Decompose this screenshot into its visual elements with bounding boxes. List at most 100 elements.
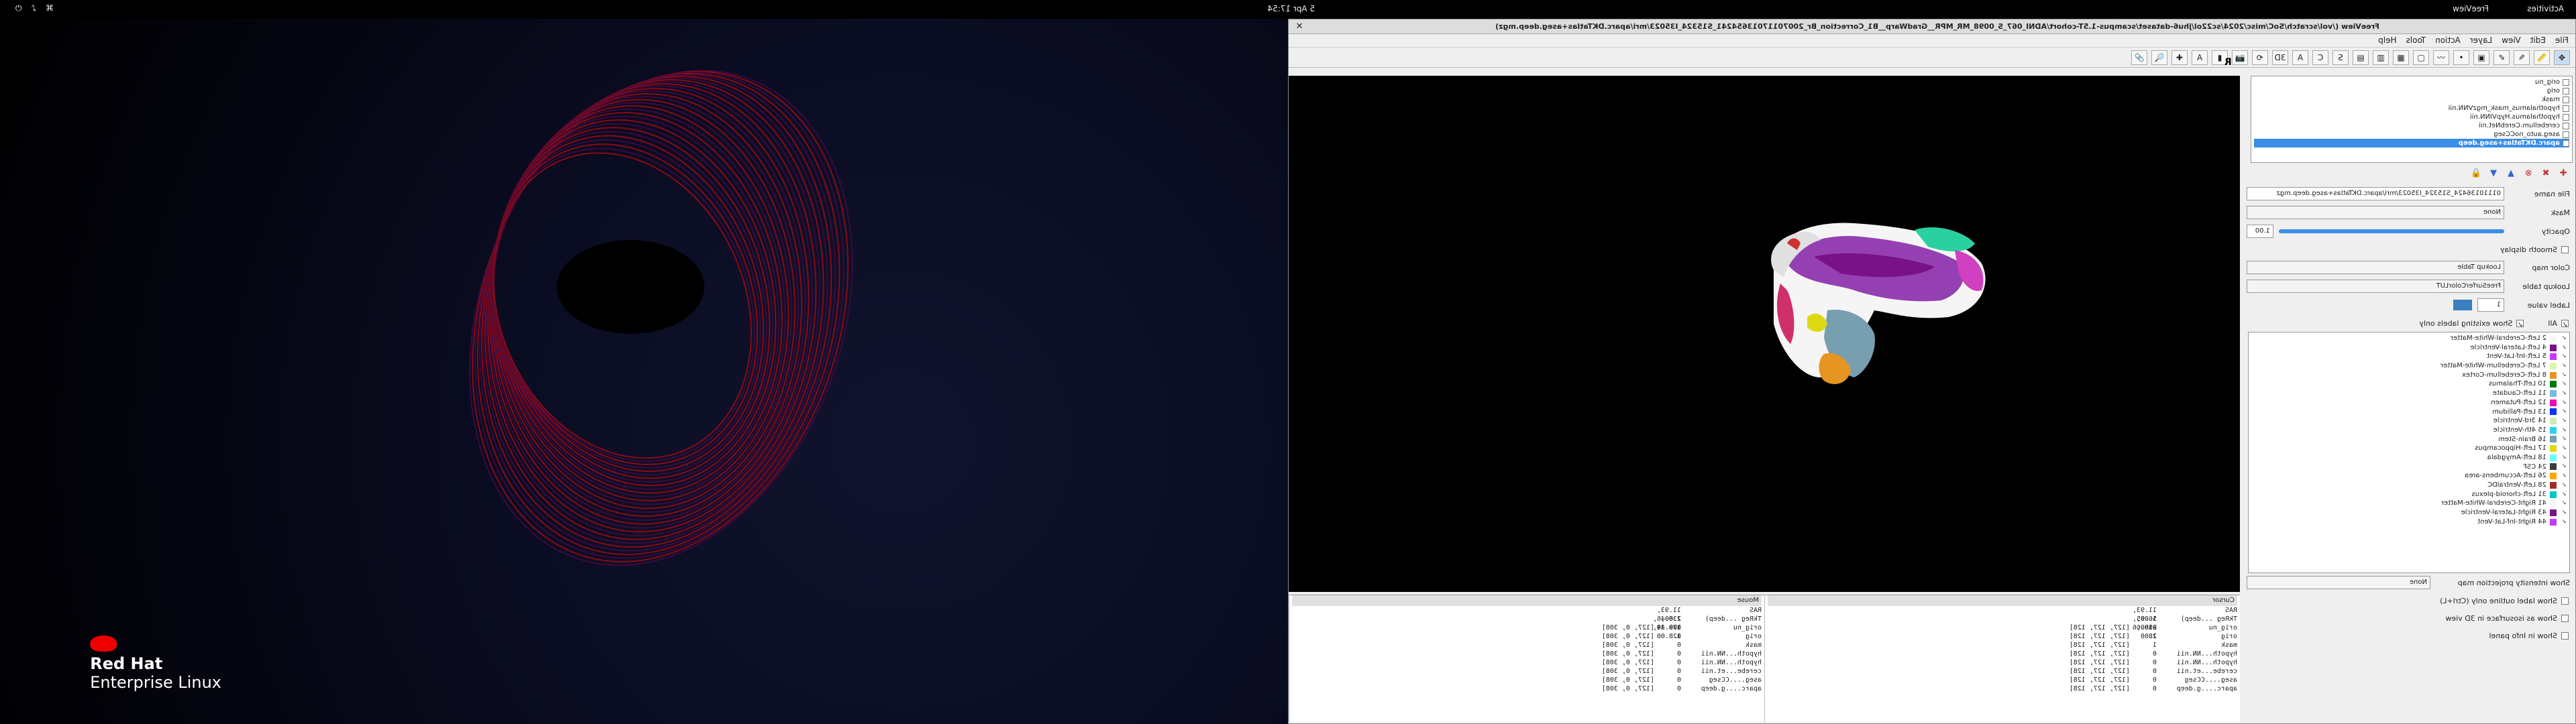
label-checkbox[interactable]: ✓ xyxy=(2560,500,2567,507)
layer-item[interactable]: aseg.auto_noCCseg xyxy=(2254,130,2569,139)
label-item[interactable]: ✓ 5 Left-Inf-Lat-Vent xyxy=(2251,352,2567,361)
cursor-icon[interactable]: ✚ xyxy=(2171,50,2188,65)
outline-row[interactable]: Show label outline only (Ctrl+L) xyxy=(2244,592,2573,609)
3d-icon[interactable]: 3D xyxy=(2272,50,2288,65)
layer-item[interactable]: orig_nu xyxy=(2254,78,2569,86)
label-checkbox[interactable]: ✓ xyxy=(2560,482,2567,489)
layer-remove-icon[interactable]: ✖ xyxy=(2539,167,2553,180)
measure-icon[interactable]: 📏 xyxy=(2534,50,2550,65)
layer-item[interactable]: hypothalamus.HypVINN.nii xyxy=(2254,113,2569,121)
layout-1x1-icon[interactable]: ▢ xyxy=(2413,50,2429,65)
label-item[interactable]: ✓ 7 Left-Cerebellum-White-Matter xyxy=(2251,361,2567,371)
label-item[interactable]: ✓ 15 4th-Ventricle xyxy=(2251,426,2567,435)
axial-icon[interactable]: A xyxy=(2292,50,2308,65)
layer-visible-checkbox[interactable] xyxy=(2563,96,2569,103)
label-item[interactable]: ✓ 31 Left-choroid-plexus xyxy=(2251,490,2567,499)
label-item[interactable]: ✓ 18 Left-Amygdala xyxy=(2251,453,2567,463)
label-checkbox[interactable]: ✓ xyxy=(2560,509,2567,516)
layout-1x3-icon[interactable]: ▥ xyxy=(2373,50,2389,65)
layer-add-icon[interactable]: ✚ xyxy=(2557,167,2570,180)
label-item[interactable]: ✓ 43 Right-Lateral-Ventricle xyxy=(2251,508,2567,518)
label-checkbox[interactable]: ✓ xyxy=(2560,408,2567,415)
label-item[interactable]: ✓ 4 Left-Lateral-Ventricle xyxy=(2251,343,2567,353)
coronal-icon[interactable]: C xyxy=(2312,50,2328,65)
opacity-slider[interactable] xyxy=(2279,229,2504,233)
label-checkbox[interactable]: ✓ xyxy=(2560,390,2567,397)
label-item[interactable]: ✓ 17 Left-Hippocampus xyxy=(2251,444,2567,453)
isosurface-row[interactable]: Show as isosurface in 3D view xyxy=(2244,609,2573,627)
label-item[interactable]: ✓ 2 Left-Cerebral-White-Matter xyxy=(2251,334,2567,343)
layer-down-icon[interactable]: ▼ xyxy=(2487,167,2500,180)
label-item[interactable]: ✓ 16 Brain-Stem xyxy=(2251,435,2567,444)
menu-action[interactable]: Action xyxy=(2435,36,2461,46)
layer-up-icon[interactable]: ▲ xyxy=(2504,167,2518,180)
roi-edit-icon[interactable]: ▣ xyxy=(2473,50,2489,65)
recon-edit-icon[interactable]: ✐ xyxy=(2493,50,2510,65)
label-checkbox[interactable]: ✓ xyxy=(2560,353,2567,360)
file-name-field[interactable]: 01110136424_S15324_I35023/mri/aparc.DKTa… xyxy=(2247,187,2504,200)
label-checkbox[interactable]: ✓ xyxy=(2560,363,2567,369)
label-item[interactable]: ✓ 11 Left-Caudate xyxy=(2251,389,2567,398)
menu-file[interactable]: File xyxy=(2555,36,2569,46)
text-icon[interactable]: A xyxy=(2192,50,2208,65)
label-checkbox[interactable]: ✓ xyxy=(2560,381,2567,387)
render-view[interactable]: R xyxy=(1289,57,2240,592)
label-item[interactable]: ✓ 8 Left-Cerebellum-Cortex xyxy=(2251,371,2567,380)
mask-select[interactable]: None xyxy=(2247,206,2504,219)
layer-item[interactable]: orig xyxy=(2254,86,2569,95)
label-item[interactable]: ✓ 41 Right-Cerebral-White-Matter xyxy=(2251,499,2567,508)
label-checkbox[interactable]: ✓ xyxy=(2560,519,2567,526)
show-existing-checkbox[interactable]: ✓ xyxy=(2516,319,2524,329)
system-tray[interactable]: ⌘ ♪ ⏻ xyxy=(15,3,54,13)
lut-select[interactable]: FreeSurferColorLUT xyxy=(2247,280,2504,293)
info-panel-row[interactable]: Show in Info panel xyxy=(2244,627,2573,644)
label-item[interactable]: ✓ 10 Left-Thalamus xyxy=(2251,379,2567,389)
pointset-edit-icon[interactable]: • xyxy=(2453,50,2469,65)
colormap-select[interactable]: Lookup Table xyxy=(2247,261,2504,274)
zoom-icon[interactable]: 🔍 xyxy=(2151,50,2167,65)
voxel-edit-icon[interactable]: ✎ xyxy=(2514,50,2530,65)
layer-item[interactable]: mask xyxy=(2254,95,2569,104)
label-item[interactable]: ✓ 26 Left-Accumbens-area xyxy=(2251,471,2567,481)
layout-1x3v-icon[interactable]: ▤ xyxy=(2353,50,2369,65)
label-item[interactable]: ✓ 24 CSF xyxy=(2251,463,2567,472)
layer-visible-checkbox[interactable] xyxy=(2563,78,2569,86)
layer-item[interactable]: hypothalamus_mask_mgzVNN.nii xyxy=(2254,104,2569,113)
label-item[interactable]: ✓ 14 3rd-Ventricle xyxy=(2251,416,2567,426)
smooth-display-row[interactable]: Smooth display xyxy=(2244,241,2573,258)
reset-view-icon[interactable]: ⟲ xyxy=(2252,50,2268,65)
sagittal-icon[interactable]: S xyxy=(2332,50,2349,65)
menu-view[interactable]: View xyxy=(2502,36,2520,46)
layer-visible-checkbox[interactable] xyxy=(2563,105,2569,112)
menu-layer[interactable]: Layer xyxy=(2470,36,2492,46)
close-icon[interactable]: ✕ xyxy=(1294,21,1305,32)
smooth-checkbox[interactable] xyxy=(2561,245,2569,253)
layer-visible-checkbox[interactable] xyxy=(2563,122,2569,129)
label-item[interactable]: ✓ 28 Left-VentralDC xyxy=(2251,481,2567,490)
activities-button[interactable]: Activities xyxy=(2527,4,2564,13)
layer-visible-checkbox[interactable] xyxy=(2563,131,2569,138)
app-menu[interactable]: FreeView xyxy=(2453,4,2489,13)
label-item[interactable]: ✓ 13 Left-Pallidum xyxy=(2251,408,2567,417)
label-checkbox[interactable]: ✓ xyxy=(2560,445,2567,452)
clock[interactable]: 5 Apr 17:54 xyxy=(1267,4,1315,13)
label-item[interactable]: ✓ 44 Right-Inf-Lat-Vent xyxy=(2251,518,2567,527)
info-panel-checkbox[interactable] xyxy=(2561,631,2569,640)
layer-item[interactable]: cerebellum.CerebNet.nii xyxy=(2254,121,2569,130)
menu-tools[interactable]: Tools xyxy=(2406,36,2426,46)
layer-item[interactable]: ✓ aparc.DKTatlas+aseg.deep xyxy=(2254,139,2569,149)
label-checkbox[interactable]: ✓ xyxy=(2560,491,2567,498)
menu-edit[interactable]: Edit xyxy=(2530,36,2546,46)
label-checkbox[interactable]: ✓ xyxy=(2560,418,2567,424)
label-list[interactable]: ✓ 2 Left-Cerebral-White-Matter ✓ 4 Left-Lat… xyxy=(2248,332,2570,573)
lock-icon[interactable]: 🔒 xyxy=(2469,167,2483,180)
layer-close-icon[interactable]: ⊗ xyxy=(2522,167,2535,180)
label-checkbox[interactable]: ✓ xyxy=(2560,372,2567,379)
isosurface-checkbox[interactable] xyxy=(2561,614,2569,622)
label-value-field[interactable]: 1 xyxy=(2477,298,2504,312)
contour-icon[interactable]: 〰 xyxy=(2433,50,2449,65)
label-checkbox[interactable]: ✓ xyxy=(2560,436,2567,442)
layer-visible-checkbox[interactable]: ✓ xyxy=(2563,139,2569,149)
label-checkbox[interactable]: ✓ xyxy=(2560,455,2567,461)
layer-visible-checkbox[interactable] xyxy=(2563,87,2569,95)
